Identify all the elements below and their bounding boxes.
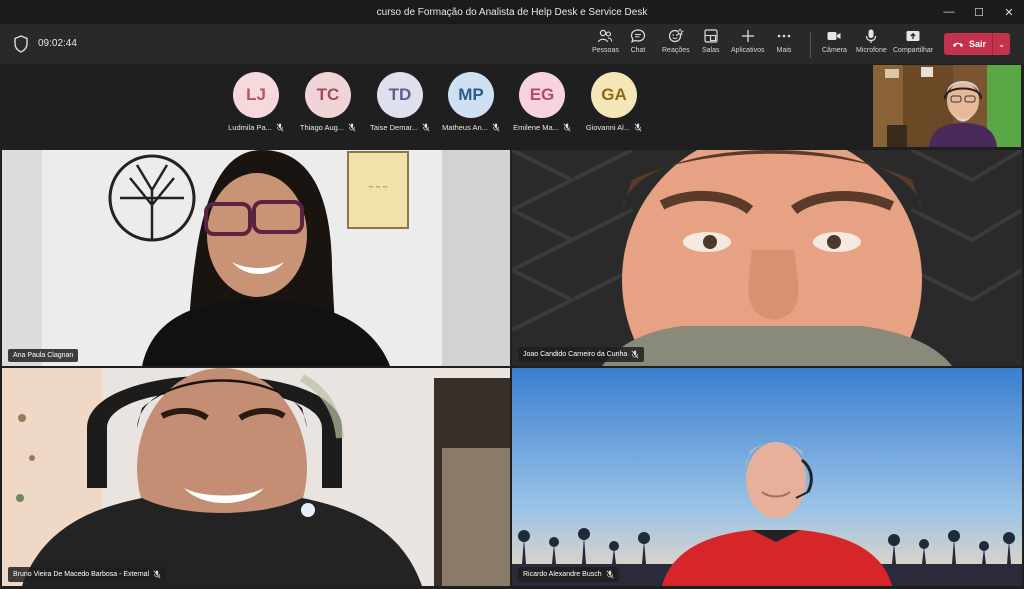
reactions-button[interactable]: Reações <box>662 28 690 62</box>
participant-name: Emilene Ma... <box>513 123 571 132</box>
video-tile[interactable]: Bruno Vieira De Macedo Barbosa - Externa… <box>2 368 510 586</box>
mic-off-icon <box>606 570 614 579</box>
participant-label-text: Joao Candido Carneiro da Cunha <box>523 351 628 358</box>
video-tile[interactable]: Ricardo Alexandre Busch <box>512 368 1022 586</box>
maximize-icon[interactable]: ☐ <box>964 0 994 24</box>
participant-name: Thiago Aug... <box>300 123 356 132</box>
chevron-down-icon[interactable]: ⌄ <box>993 39 1010 50</box>
participant-video <box>512 150 1022 366</box>
camera-button[interactable]: Câmera <box>822 28 847 62</box>
chat-label: Chat <box>630 47 646 54</box>
more-button[interactable]: Mais <box>776 28 792 62</box>
participant-name-text: Matheus An... <box>442 123 488 132</box>
toolbar-divider <box>810 32 811 58</box>
rooms-icon <box>704 29 718 43</box>
reactions-icon <box>668 28 684 43</box>
shield-icon <box>14 35 28 53</box>
participant-matheus[interactable]: MP Matheus An... <box>435 72 507 132</box>
participant-label-text: Ricardo Alexandre Busch <box>523 571 602 578</box>
participant-giovanni[interactable]: GA Giovanni Al... <box>578 72 650 132</box>
participant-ludmila[interactable]: LJ Ludmila Pa... <box>220 72 292 132</box>
camera-icon <box>827 32 841 40</box>
mic-off-icon <box>422 123 430 132</box>
people-button[interactable]: Pessoas <box>592 28 619 62</box>
title-bar: curso de Formação do Analista de Help De… <box>0 0 1024 24</box>
camera-label: Câmera <box>822 47 847 54</box>
participant-emilene[interactable]: EG Emilene Ma... <box>506 72 578 132</box>
people-icon <box>598 29 613 43</box>
video-tile[interactable]: Joao Candido Carneiro da Cunha <box>512 150 1022 366</box>
meeting-timer: 09:02:44 <box>38 38 77 49</box>
video-tile[interactable]: ~ ~ ~ Ana Paula Clagnan <box>2 150 510 366</box>
leave-button[interactable]: Sair ⌄ <box>944 33 1010 55</box>
apps-label: Aplicativos <box>731 47 765 54</box>
participant-thiago[interactable]: TC Thiago Aug... <box>292 72 364 132</box>
participant-taise[interactable]: TD Taise Demar... <box>364 72 436 132</box>
mic-off-icon <box>276 123 284 132</box>
participant-label: Joao Candido Carneiro da Cunha <box>518 347 645 362</box>
minimize-icon[interactable]: — <box>934 0 964 24</box>
chat-button[interactable]: Chat <box>630 28 646 62</box>
close-icon[interactable]: ✕ <box>994 0 1024 24</box>
mic-off-icon <box>492 123 500 132</box>
participant-name-text: Thiago Aug... <box>299 123 345 132</box>
mic-off-icon <box>153 570 161 579</box>
mic-off-icon <box>631 350 639 359</box>
self-view-image <box>873 65 1021 147</box>
avatar: TC <box>305 72 351 118</box>
participant-name-text: Giovanni Al... <box>585 123 631 132</box>
avatar: GA <box>591 72 637 118</box>
participant-name-text: Ludmila Pa... <box>228 123 272 132</box>
share-button[interactable]: Compartilhar <box>893 28 933 62</box>
participant-name: Ludmila Pa... <box>228 123 284 132</box>
share-icon <box>906 31 920 41</box>
avatar: LJ <box>233 72 279 118</box>
more-label: Mais <box>776 47 792 54</box>
leave-main[interactable]: Sair <box>944 33 992 55</box>
participant-label: Ana Paula Clagnan <box>8 349 79 362</box>
participant-video: ~ ~ ~ <box>2 150 510 366</box>
participant-label-text: Bruno Vieira De Macedo Barbosa - Externa… <box>13 571 150 578</box>
chat-icon <box>630 29 646 43</box>
hang-up-icon <box>953 42 963 47</box>
self-view-video[interactable] <box>873 65 1021 147</box>
window-controls: — ☐ ✕ <box>934 0 1024 24</box>
more-icon <box>777 34 791 38</box>
window-title: curso de Formação do Analista de Help De… <box>376 6 648 18</box>
microphone-icon <box>866 29 877 43</box>
people-label: Pessoas <box>592 47 619 54</box>
microphone-label: Microfone <box>856 47 887 54</box>
participant-avatars: LJ Ludmila Pa... TC Thiago Aug... TD Tai… <box>220 72 650 142</box>
apps-button[interactable]: Aplicativos <box>731 28 764 62</box>
avatar: EG <box>519 72 565 118</box>
mic-off-icon <box>348 123 356 132</box>
participant-name-text: Taise Demar... <box>370 123 418 132</box>
participant-name: Taise Demar... <box>370 123 430 132</box>
participant-label-text: Ana Paula Clagnan <box>13 352 74 359</box>
leave-label: Sair <box>969 39 987 49</box>
participant-video <box>2 368 510 586</box>
meeting-toolbar: 09:02:44 Pessoas Chat Reações Salas Apli… <box>0 24 1024 64</box>
mic-off-icon <box>563 123 571 132</box>
participant-label: Bruno Vieira De Macedo Barbosa - Externa… <box>8 567 167 582</box>
microphone-button[interactable]: Microfone <box>856 28 887 62</box>
rooms-label: Salas <box>702 47 720 54</box>
participant-label: Ricardo Alexandre Busch <box>518 567 619 582</box>
plus-icon <box>741 30 754 42</box>
reactions-label: Reações <box>662 47 690 54</box>
participant-name: Giovanni Al... <box>586 123 642 132</box>
svg-text:~ ~ ~: ~ ~ ~ <box>368 182 387 192</box>
participant-name: Matheus An... <box>442 123 500 132</box>
avatar: MP <box>448 72 494 118</box>
participant-name-text: Emilene Ma... <box>513 123 559 132</box>
participant-video <box>512 368 1022 586</box>
avatar: TD <box>377 72 423 118</box>
mic-off-icon <box>634 123 642 132</box>
rooms-button[interactable]: Salas <box>702 28 720 62</box>
share-label: Compartilhar <box>893 47 934 54</box>
